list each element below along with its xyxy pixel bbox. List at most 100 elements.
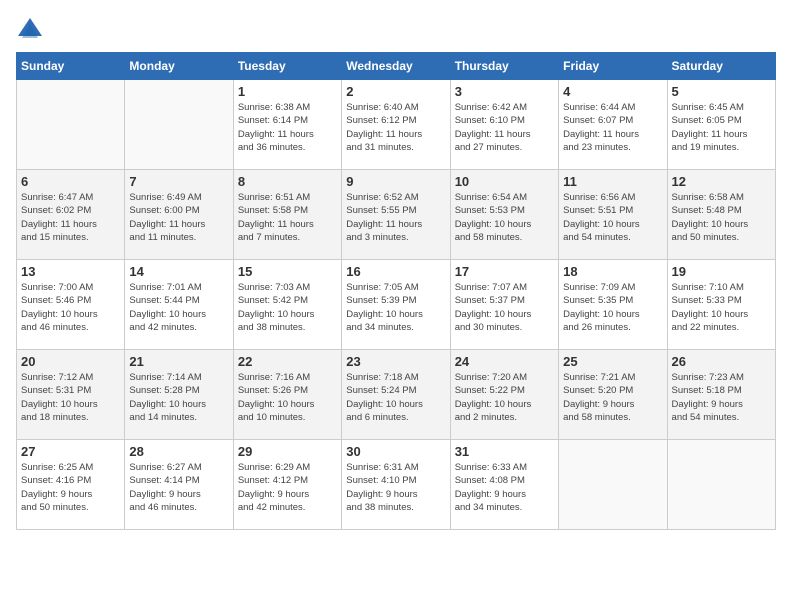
day-number: 16 <box>346 264 445 279</box>
calendar-cell: 4 Sunrise: 6:44 AM Sunset: 6:07 PM Daylig… <box>559 80 667 170</box>
calendar-cell <box>17 80 125 170</box>
calendar-cell: 13 Sunrise: 7:00 AM Sunset: 5:46 PM Dayli… <box>17 260 125 350</box>
calendar-cell: 8 Sunrise: 6:51 AM Sunset: 5:58 PM Daylig… <box>233 170 341 260</box>
weekday-header: Saturday <box>667 53 775 80</box>
calendar-cell: 18Sunrise: 7:09 AM Sunset: 5:35 PM Dayli… <box>559 260 667 350</box>
calendar-cell: 27Sunrise: 6:25 AM Sunset: 4:16 PM Dayli… <box>17 440 125 530</box>
calendar-header-row: SundayMondayTuesdayWednesdayThursdayFrid… <box>17 53 776 80</box>
day-info: Sunrise: 7:03 AM Sunset: 5:42 PM Dayligh… <box>238 281 337 334</box>
day-info: Sunrise: 6:47 AM Sunset: 6:02 PM Dayligh… <box>21 191 120 244</box>
calendar-cell: 28Sunrise: 6:27 AM Sunset: 4:14 PM Dayli… <box>125 440 233 530</box>
day-info: Sunrise: 6:58 AM Sunset: 5:48 PM Dayligh… <box>672 191 771 244</box>
day-number: 25 <box>563 354 662 369</box>
day-info: Sunrise: 6:27 AM Sunset: 4:14 PM Dayligh… <box>129 461 228 514</box>
day-number: 13 <box>21 264 120 279</box>
logo <box>16 16 48 44</box>
day-number: 1 <box>238 84 337 99</box>
weekday-header: Monday <box>125 53 233 80</box>
day-info: Sunrise: 7:21 AM Sunset: 5:20 PM Dayligh… <box>563 371 662 424</box>
page-header <box>16 16 776 44</box>
day-number: 10 <box>455 174 554 189</box>
day-number: 5 <box>672 84 771 99</box>
day-number: 27 <box>21 444 120 459</box>
day-info: Sunrise: 7:05 AM Sunset: 5:39 PM Dayligh… <box>346 281 445 334</box>
calendar-cell: 25 Sunrise: 7:21 AM Sunset: 5:20 PM Dayli… <box>559 350 667 440</box>
calendar-cell: 29 Sunrise: 6:29 AM Sunset: 4:12 PM Dayli… <box>233 440 341 530</box>
day-number: 8 <box>238 174 337 189</box>
calendar-cell: 19Sunrise: 7:10 AM Sunset: 5:33 PM Dayli… <box>667 260 775 350</box>
day-info: Sunrise: 7:12 AM Sunset: 5:31 PM Dayligh… <box>21 371 120 424</box>
week-row-4: 20Sunrise: 7:12 AM Sunset: 5:31 PM Dayli… <box>17 350 776 440</box>
day-number: 7 <box>129 174 228 189</box>
weekday-header: Wednesday <box>342 53 450 80</box>
week-row-1: 1 Sunrise: 6:38 AM Sunset: 6:14 PM Daylig… <box>17 80 776 170</box>
day-info: Sunrise: 6:40 AM Sunset: 6:12 PM Dayligh… <box>346 101 445 154</box>
day-info: Sunrise: 7:14 AM Sunset: 5:28 PM Dayligh… <box>129 371 228 424</box>
calendar-cell: 20Sunrise: 7:12 AM Sunset: 5:31 PM Dayli… <box>17 350 125 440</box>
weekday-header: Friday <box>559 53 667 80</box>
calendar-cell: 9 Sunrise: 6:52 AM Sunset: 5:55 PM Daylig… <box>342 170 450 260</box>
calendar-cell: 1 Sunrise: 6:38 AM Sunset: 6:14 PM Daylig… <box>233 80 341 170</box>
calendar-cell: 14 Sunrise: 7:01 AM Sunset: 5:44 PM Dayli… <box>125 260 233 350</box>
day-info: Sunrise: 7:23 AM Sunset: 5:18 PM Dayligh… <box>672 371 771 424</box>
day-info: Sunrise: 7:01 AM Sunset: 5:44 PM Dayligh… <box>129 281 228 334</box>
calendar-cell: 23Sunrise: 7:18 AM Sunset: 5:24 PM Dayli… <box>342 350 450 440</box>
calendar-cell: 15 Sunrise: 7:03 AM Sunset: 5:42 PM Dayli… <box>233 260 341 350</box>
day-info: Sunrise: 6:52 AM Sunset: 5:55 PM Dayligh… <box>346 191 445 244</box>
logo-icon <box>16 16 44 44</box>
day-info: Sunrise: 7:16 AM Sunset: 5:26 PM Dayligh… <box>238 371 337 424</box>
calendar-cell: 31 Sunrise: 6:33 AM Sunset: 4:08 PM Dayli… <box>450 440 558 530</box>
calendar-cell: 12 Sunrise: 6:58 AM Sunset: 5:48 PM Dayli… <box>667 170 775 260</box>
calendar-cell: 3 Sunrise: 6:42 AM Sunset: 6:10 PM Daylig… <box>450 80 558 170</box>
day-info: Sunrise: 6:29 AM Sunset: 4:12 PM Dayligh… <box>238 461 337 514</box>
day-number: 11 <box>563 174 662 189</box>
calendar-cell: 16 Sunrise: 7:05 AM Sunset: 5:39 PM Dayli… <box>342 260 450 350</box>
calendar-cell: 6 Sunrise: 6:47 AM Sunset: 6:02 PM Daylig… <box>17 170 125 260</box>
day-number: 31 <box>455 444 554 459</box>
day-number: 12 <box>672 174 771 189</box>
calendar-cell: 30 Sunrise: 6:31 AM Sunset: 4:10 PM Dayli… <box>342 440 450 530</box>
week-row-5: 27Sunrise: 6:25 AM Sunset: 4:16 PM Dayli… <box>17 440 776 530</box>
calendar-cell: 22 Sunrise: 7:16 AM Sunset: 5:26 PM Dayli… <box>233 350 341 440</box>
calendar-cell: 21 Sunrise: 7:14 AM Sunset: 5:28 PM Dayli… <box>125 350 233 440</box>
week-row-3: 13 Sunrise: 7:00 AM Sunset: 5:46 PM Dayli… <box>17 260 776 350</box>
day-info: Sunrise: 7:07 AM Sunset: 5:37 PM Dayligh… <box>455 281 554 334</box>
calendar-cell: 5 Sunrise: 6:45 AM Sunset: 6:05 PM Daylig… <box>667 80 775 170</box>
day-number: 17 <box>455 264 554 279</box>
day-number: 18 <box>563 264 662 279</box>
weekday-header: Sunday <box>17 53 125 80</box>
day-info: Sunrise: 6:44 AM Sunset: 6:07 PM Dayligh… <box>563 101 662 154</box>
day-info: Sunrise: 6:31 AM Sunset: 4:10 PM Dayligh… <box>346 461 445 514</box>
calendar-cell: 10 Sunrise: 6:54 AM Sunset: 5:53 PM Dayli… <box>450 170 558 260</box>
day-number: 3 <box>455 84 554 99</box>
day-number: 6 <box>21 174 120 189</box>
day-number: 22 <box>238 354 337 369</box>
calendar-cell: 26 Sunrise: 7:23 AM Sunset: 5:18 PM Dayli… <box>667 350 775 440</box>
day-number: 14 <box>129 264 228 279</box>
calendar-cell: 2Sunrise: 6:40 AM Sunset: 6:12 PM Daylig… <box>342 80 450 170</box>
weekday-header: Tuesday <box>233 53 341 80</box>
day-info: Sunrise: 6:42 AM Sunset: 6:10 PM Dayligh… <box>455 101 554 154</box>
calendar-cell: 7 Sunrise: 6:49 AM Sunset: 6:00 PM Daylig… <box>125 170 233 260</box>
day-info: Sunrise: 6:49 AM Sunset: 6:00 PM Dayligh… <box>129 191 228 244</box>
day-info: Sunrise: 6:45 AM Sunset: 6:05 PM Dayligh… <box>672 101 771 154</box>
day-info: Sunrise: 6:33 AM Sunset: 4:08 PM Dayligh… <box>455 461 554 514</box>
day-info: Sunrise: 6:56 AM Sunset: 5:51 PM Dayligh… <box>563 191 662 244</box>
day-info: Sunrise: 6:54 AM Sunset: 5:53 PM Dayligh… <box>455 191 554 244</box>
calendar-table: SundayMondayTuesdayWednesdayThursdayFrid… <box>16 52 776 530</box>
day-number: 4 <box>563 84 662 99</box>
weekday-header: Thursday <box>450 53 558 80</box>
day-number: 24 <box>455 354 554 369</box>
day-number: 15 <box>238 264 337 279</box>
day-info: Sunrise: 7:00 AM Sunset: 5:46 PM Dayligh… <box>21 281 120 334</box>
day-number: 29 <box>238 444 337 459</box>
day-number: 30 <box>346 444 445 459</box>
day-info: Sunrise: 6:38 AM Sunset: 6:14 PM Dayligh… <box>238 101 337 154</box>
day-info: Sunrise: 6:51 AM Sunset: 5:58 PM Dayligh… <box>238 191 337 244</box>
calendar-cell: 17 Sunrise: 7:07 AM Sunset: 5:37 PM Dayli… <box>450 260 558 350</box>
day-info: Sunrise: 7:20 AM Sunset: 5:22 PM Dayligh… <box>455 371 554 424</box>
day-number: 9 <box>346 174 445 189</box>
day-number: 21 <box>129 354 228 369</box>
day-number: 26 <box>672 354 771 369</box>
day-number: 19 <box>672 264 771 279</box>
